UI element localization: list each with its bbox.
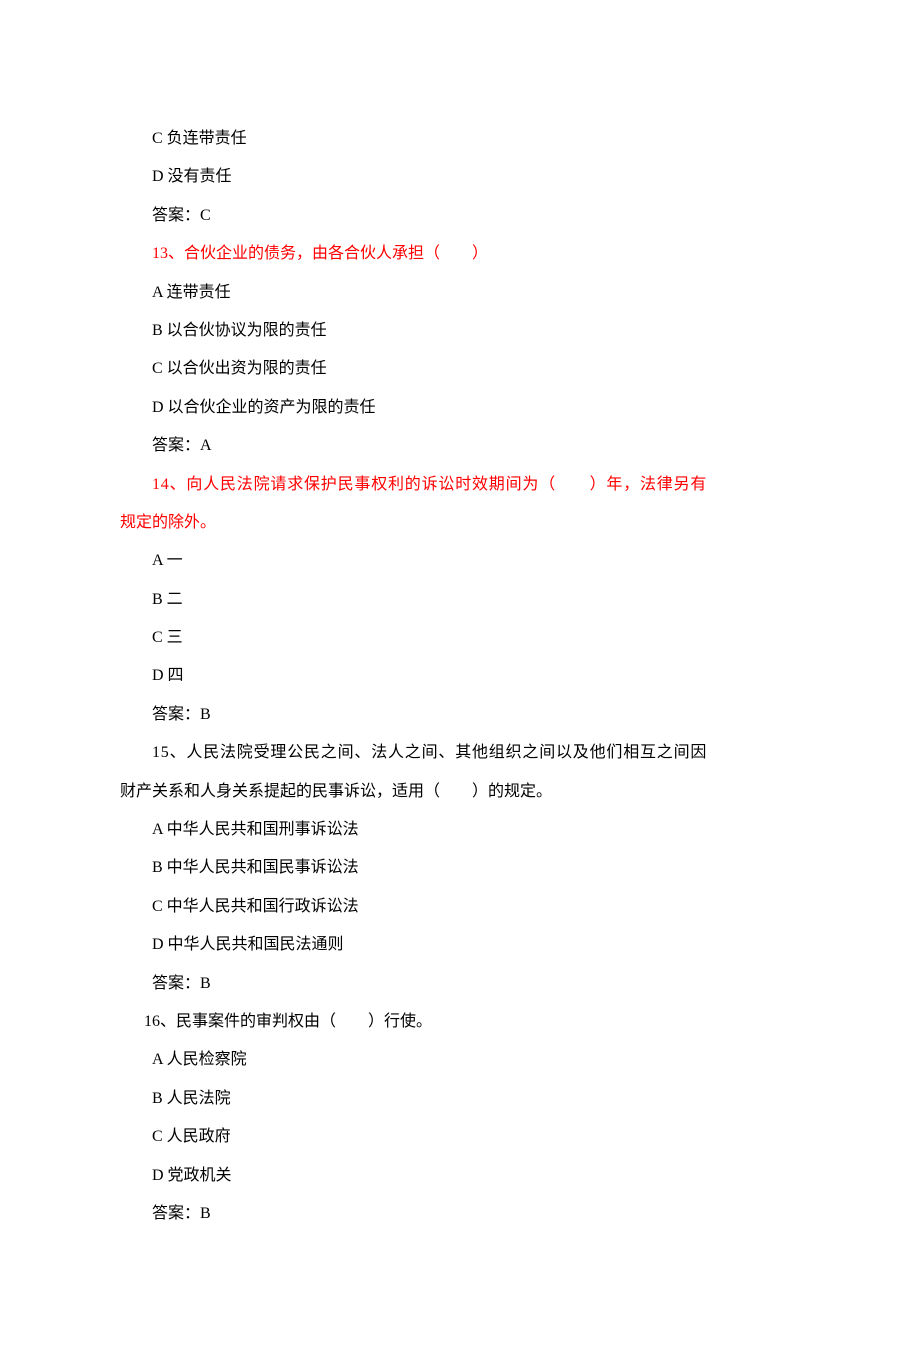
q13-option-b: B 以合伙协议为限的责任 [120,312,800,350]
q16-option-c: C 人民政府 [120,1118,800,1156]
q14-option-d: D 四 [120,657,800,695]
q13-option-a: A 连带责任 [120,274,800,312]
q14-stem: 14、向人民法院请求保护民事权利的诉讼时效期间为（ ）年，法律另有 规定的除外。 [120,466,800,543]
q12-answer: 答案：C [120,197,800,235]
q13-option-c: C 以合伙出资为限的责任 [120,350,800,388]
q16-stem: 16、民事案件的审判权由（ ）行使。 [120,1003,800,1041]
q16-option-d: D 党政机关 [120,1157,800,1195]
q16-option-a: A 人民检察院 [120,1041,800,1079]
document-page: C 负连带责任 D 没有责任 答案：C 13、合伙企业的债务，由各合伙人承担（ … [0,0,920,1353]
q15-option-c: C 中华人民共和国行政诉讼法 [120,888,800,926]
q13-stem: 13、合伙企业的债务，由各合伙人承担（ ） [120,235,800,273]
q15-stem: 15、人民法院受理公民之间、法人之间、其他组织之间以及他们相互之间因 财产关系和… [120,734,800,811]
q16-option-b: B 人民法院 [120,1080,800,1118]
q13-option-d: D 以合伙企业的资产为限的责任 [120,389,800,427]
q14-stem-line2: 规定的除外。 [120,504,800,542]
q15-answer: 答案：B [120,965,800,1003]
q15-option-b: B 中华人民共和国民事诉讼法 [120,849,800,887]
q14-answer: 答案：B [120,696,800,734]
q12-option-c: C 负连带责任 [120,120,800,158]
q14-option-a: A 一 [120,542,800,580]
q15-option-a: A 中华人民共和国刑事诉讼法 [120,811,800,849]
q16-answer: 答案：B [120,1195,800,1233]
q14-option-c: C 三 [120,619,800,657]
q14-stem-line1: 14、向人民法院请求保护民事权利的诉讼时效期间为（ ）年，法律另有 [120,466,800,504]
q15-stem-line2: 财产关系和人身关系提起的民事诉讼，适用（ ）的规定。 [120,773,800,811]
q15-option-d: D 中华人民共和国民法通则 [120,926,800,964]
q14-option-b: B 二 [120,581,800,619]
q13-answer: 答案：A [120,427,800,465]
q15-stem-line1: 15、人民法院受理公民之间、法人之间、其他组织之间以及他们相互之间因 [120,734,800,772]
q12-option-d: D 没有责任 [120,158,800,196]
